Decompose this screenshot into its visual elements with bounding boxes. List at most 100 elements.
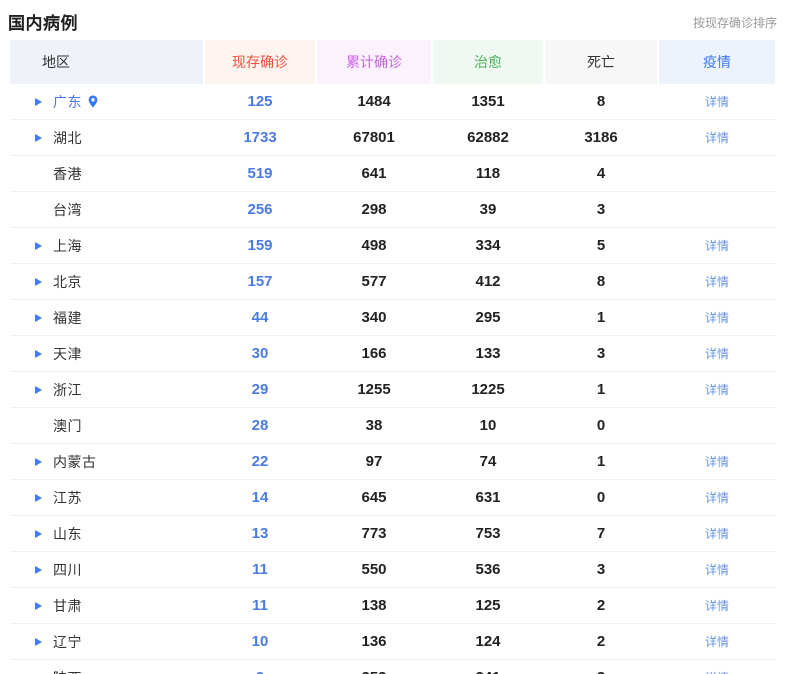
region-cell[interactable]: 广东 (10, 92, 203, 112)
region-name: 内蒙古 (53, 452, 97, 472)
detail-cell: 详情 (659, 345, 775, 362)
expand-arrow-icon[interactable] (35, 314, 42, 322)
deaths-value: 3 (545, 561, 657, 578)
detail-cell: 详情 (659, 453, 775, 470)
table-row[interactable]: 北京 157 577 412 8 详情 (10, 264, 777, 300)
expand-arrow-icon[interactable] (35, 602, 42, 610)
cured-value: 125 (433, 597, 543, 614)
region-name: 江苏 (53, 488, 82, 508)
cured-value: 124 (433, 633, 543, 650)
table-row[interactable]: 澳门 28 38 10 0 (10, 408, 777, 444)
expand-arrow-icon[interactable] (35, 458, 42, 466)
region-cell[interactable]: 山东 (10, 524, 203, 544)
detail-link[interactable]: 详情 (705, 525, 729, 542)
table-row[interactable]: 山东 13 773 753 7 详情 (10, 516, 777, 552)
table-row[interactable]: 台湾 256 298 39 3 (10, 192, 777, 228)
table-row[interactable]: 浙江 29 1255 1225 1 详情 (10, 372, 777, 408)
current-confirmed-value: 256 (205, 201, 315, 218)
detail-link[interactable]: 详情 (705, 237, 729, 254)
deaths-value: 5 (545, 237, 657, 254)
deaths-value: 3186 (545, 129, 657, 146)
detail-link[interactable]: 详情 (705, 273, 729, 290)
region-cell[interactable]: 香港 (10, 164, 203, 184)
current-confirmed-value: 29 (205, 381, 315, 398)
deaths-value: 7 (545, 525, 657, 542)
region-name: 广东 (53, 92, 82, 112)
region-cell[interactable]: 福建 (10, 308, 203, 328)
table-row[interactable]: 陕西 9 253 241 3 详情 (10, 660, 777, 674)
table-row[interactable]: 四川 11 550 536 3 详情 (10, 552, 777, 588)
region-cell[interactable]: 内蒙古 (10, 452, 203, 472)
cured-value: 536 (433, 561, 543, 578)
detail-link[interactable]: 详情 (705, 489, 729, 506)
region-cell[interactable]: 甘肃 (10, 596, 203, 616)
cumulative-confirmed-value: 166 (317, 345, 431, 362)
expand-arrow-icon[interactable] (35, 278, 42, 286)
region-cell[interactable]: 陕西 (10, 668, 203, 674)
table-row[interactable]: 福建 44 340 295 1 详情 (10, 300, 777, 336)
column-header-cumulative[interactable]: 累计确诊 (317, 40, 431, 84)
cured-value: 295 (433, 309, 543, 326)
region-cell[interactable]: 湖北 (10, 128, 203, 148)
detail-link[interactable]: 详情 (705, 669, 729, 674)
detail-link[interactable]: 详情 (705, 633, 729, 650)
region-cell[interactable]: 澳门 (10, 416, 203, 436)
column-header-current[interactable]: 现存确诊 (205, 40, 315, 84)
region-cell[interactable]: 江苏 (10, 488, 203, 508)
expand-arrow-icon[interactable] (35, 350, 42, 358)
table-row[interactable]: 辽宁 10 136 124 2 详情 (10, 624, 777, 660)
table-row[interactable]: 广东 125 1484 1351 8 详情 (10, 84, 777, 120)
region-name: 香港 (53, 164, 82, 184)
detail-link[interactable]: 详情 (705, 453, 729, 470)
detail-link[interactable]: 详情 (705, 345, 729, 362)
expand-arrow-icon[interactable] (35, 386, 42, 394)
detail-link[interactable]: 详情 (705, 309, 729, 326)
cumulative-confirmed-value: 1484 (317, 93, 431, 110)
detail-link[interactable]: 详情 (705, 129, 729, 146)
column-header-detail: 疫情 (659, 40, 775, 84)
detail-link[interactable]: 详情 (705, 561, 729, 578)
expand-arrow-icon[interactable] (35, 530, 42, 538)
region-cell[interactable]: 上海 (10, 236, 203, 256)
table-row[interactable]: 上海 159 498 334 5 详情 (10, 228, 777, 264)
cured-value: 118 (433, 165, 543, 182)
region-name: 山东 (53, 524, 82, 544)
detail-cell: 详情 (659, 489, 775, 506)
region-name: 天津 (53, 344, 82, 364)
region-cell[interactable]: 浙江 (10, 380, 203, 400)
expand-arrow-icon[interactable] (35, 638, 42, 646)
cured-value: 1351 (433, 93, 543, 110)
current-confirmed-value: 44 (205, 309, 315, 326)
detail-link[interactable]: 详情 (705, 93, 729, 110)
cumulative-confirmed-value: 67801 (317, 129, 431, 146)
column-header-cured[interactable]: 治愈 (433, 40, 543, 84)
region-cell[interactable]: 天津 (10, 344, 203, 364)
current-confirmed-value: 10 (205, 633, 315, 650)
region-cell[interactable]: 台湾 (10, 200, 203, 220)
expand-arrow-icon[interactable] (35, 242, 42, 250)
current-confirmed-value: 125 (205, 93, 315, 110)
table-row[interactable]: 内蒙古 22 97 74 1 详情 (10, 444, 777, 480)
expand-arrow-icon[interactable] (35, 134, 42, 142)
current-confirmed-value: 13 (205, 525, 315, 542)
region-cell[interactable]: 北京 (10, 272, 203, 292)
table-row[interactable]: 江苏 14 645 631 0 详情 (10, 480, 777, 516)
current-confirmed-value: 30 (205, 345, 315, 362)
region-cell[interactable]: 四川 (10, 560, 203, 580)
region-name: 湖北 (53, 128, 82, 148)
current-confirmed-value: 22 (205, 453, 315, 470)
deaths-value: 3 (545, 669, 657, 674)
expand-arrow-icon[interactable] (35, 494, 42, 502)
column-header-deaths[interactable]: 死亡 (545, 40, 657, 84)
table-row[interactable]: 甘肃 11 138 125 2 详情 (10, 588, 777, 624)
region-cell[interactable]: 辽宁 (10, 632, 203, 652)
table-row[interactable]: 天津 30 166 133 3 详情 (10, 336, 777, 372)
current-confirmed-value: 9 (205, 669, 315, 674)
table-row[interactable]: 香港 519 641 118 4 (10, 156, 777, 192)
table-row[interactable]: 湖北 1733 67801 62882 3186 详情 (10, 120, 777, 156)
expand-arrow-icon[interactable] (35, 566, 42, 574)
expand-arrow-icon[interactable] (35, 98, 42, 106)
deaths-value: 0 (545, 417, 657, 434)
detail-link[interactable]: 详情 (705, 381, 729, 398)
detail-link[interactable]: 详情 (705, 597, 729, 614)
